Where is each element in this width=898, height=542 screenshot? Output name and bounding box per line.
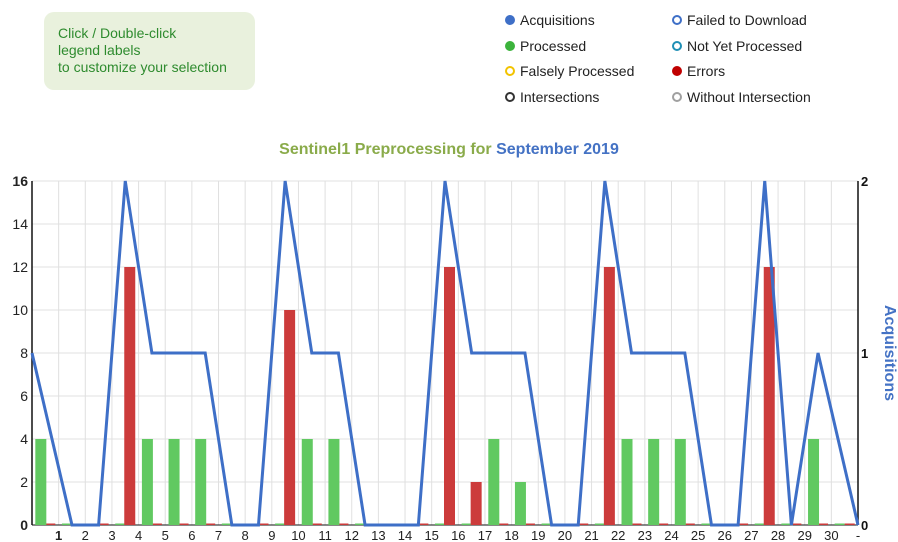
processed-bar [141,439,153,525]
y-left-tick-label: 6 [20,388,28,404]
processed-bar [648,439,660,525]
chart-plot: 02468101214160121 2 3 4 5 6 7 8 9 10 11 12 13 14 15 16 1… [12,173,868,542]
right-axis-label: Acquisitions [881,304,898,402]
processed-baseline-mark [594,523,605,525]
x-tick-label: 25 [691,528,705,542]
x-tick-label: 2 [82,528,89,542]
errors-baseline-mark [524,523,535,525]
x-tick-label: 19 [531,528,545,542]
x-tick-label: 13 [371,528,385,542]
errors-baseline-mark [151,523,162,525]
x-tick-label: 27 [744,528,758,542]
processed-bar [301,439,313,525]
x-tick-label: 21 [584,528,598,542]
errors-baseline-mark [311,523,322,525]
errors-baseline-mark [338,523,349,525]
x-tick-label: 10 [291,528,305,542]
errors-baseline-mark [684,523,695,525]
x-tick-label: 7 [215,528,222,542]
x-tick-label: 23 [638,528,652,542]
x-tick-label: 6 [188,528,195,542]
x-tick-label: 17 [478,528,492,542]
x-tick-label: 1 [55,528,62,542]
x-tick-label: 14 [398,528,412,542]
x-tick-label: 4 [135,528,142,542]
y-left-tick-label: 10 [12,302,28,318]
y-left-tick-label: 12 [12,259,28,275]
errors-bar [284,310,296,525]
processed-bar [808,439,820,525]
x-tick-label: 12 [345,528,359,542]
errors-baseline-mark [818,523,829,525]
processed-bar [674,439,686,525]
x-tick-label: 22 [611,528,625,542]
x-tick-label: 3 [108,528,115,542]
y-left-tick-label: 2 [20,474,28,490]
errors-bar [124,267,136,525]
errors-baseline-mark [498,523,509,525]
y-left-tick-label: 0 [20,517,28,533]
x-tick-label: 28 [771,528,785,542]
processed-baseline-mark [461,523,472,525]
x-tick-label: 29 [797,528,811,542]
errors-baseline-mark [45,523,56,525]
y-right-tick-label: 0 [861,518,868,533]
errors-baseline-mark [844,523,855,525]
y-right-tick-label: 1 [861,346,868,361]
processed-bar [168,439,180,525]
x-tick-label: 16 [451,528,465,542]
y-left-tick-label: 8 [20,345,28,361]
processed-baseline-mark [834,523,845,525]
x-tick-label: 8 [242,528,249,542]
x-tick-label: 24 [664,528,678,542]
y-left-tick-label: 14 [12,216,28,232]
x-tick-label: 9 [268,528,275,542]
x-tick-label: 11 [318,528,332,542]
x-tick-label: 30 [824,528,838,542]
processed-baseline-mark [754,523,765,525]
x-tick-label: - [856,528,860,542]
processed-baseline-mark [115,523,126,525]
processed-bar [514,482,526,525]
errors-baseline-mark [205,523,216,525]
processed-bar [488,439,500,525]
x-tick-label: 20 [558,528,572,542]
processed-bar [195,439,207,525]
x-tick-label: 15 [424,528,438,542]
errors-bar [470,482,482,525]
y-left-tick-label: 4 [20,431,28,447]
y-left-tick-label: 16 [12,173,28,189]
x-tick-label: 5 [162,528,169,542]
errors-baseline-mark [658,523,669,525]
processed-baseline-mark [275,523,286,525]
x-tick-label: 18 [504,528,518,542]
errors-baseline-mark [631,523,642,525]
y-right-tick-label: 2 [861,174,868,189]
errors-baseline-mark [178,523,189,525]
processed-bar [328,439,340,525]
errors-bar [603,267,615,525]
x-tick-label: 26 [718,528,732,542]
processed-bar [35,439,47,525]
processed-bar [621,439,633,525]
errors-bar [444,267,455,525]
processed-baseline-mark [435,523,445,525]
